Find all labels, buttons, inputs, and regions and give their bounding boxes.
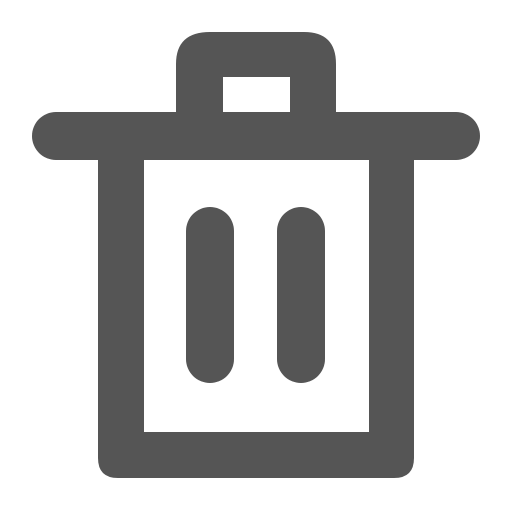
trash-body — [98, 136, 414, 478]
icon-canvas — [0, 0, 512, 512]
trash-icon — [32, 32, 480, 478]
trash-lid-handle — [176, 32, 336, 114]
